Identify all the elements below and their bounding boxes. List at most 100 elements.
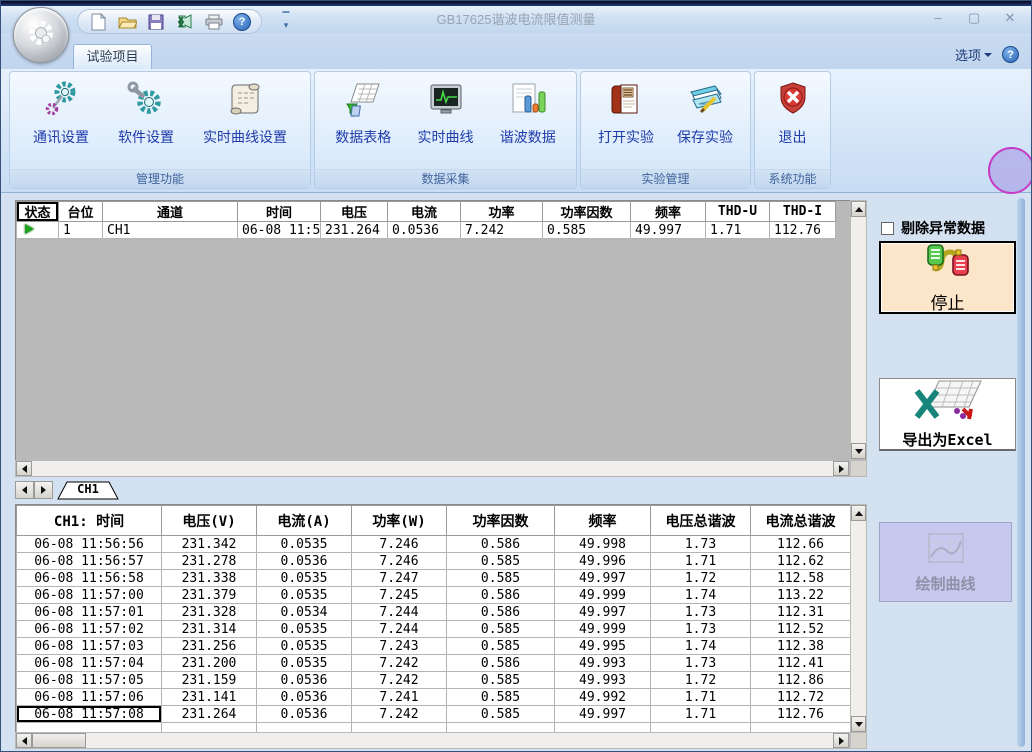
table-cell[interactable]: 113.22 [751, 587, 851, 604]
table-cell[interactable]: 06-08 11:57:02 [17, 621, 162, 638]
table-cell[interactable]: 231.338 [162, 570, 257, 587]
table-cell[interactable]: 7.241 [352, 689, 447, 706]
table-cell[interactable]: 7.242 [352, 655, 447, 672]
table-cell[interactable]: 06-08 11:57:01 [17, 604, 162, 621]
table-cell[interactable]: 112.31 [751, 604, 851, 621]
scroll-left-button[interactable] [16, 461, 32, 476]
table-cell[interactable]: 0.0535 [257, 587, 352, 604]
scroll-up-button[interactable] [851, 505, 866, 521]
exit-button[interactable]: 退出 [770, 77, 816, 150]
data-table-button[interactable]: 数据表格 [329, 77, 397, 150]
scroll-down-button[interactable] [851, 443, 866, 459]
realtime-curve-settings-button[interactable]: 实时曲线设置 [197, 77, 293, 150]
data-table-vscrollbar[interactable] [850, 504, 867, 733]
table-row[interactable]: 06-08 11:56:56231.3420.05357.2460.58649.… [17, 536, 851, 553]
table-cell[interactable]: 49.997 [555, 604, 651, 621]
table-cell[interactable]: 06-08 11:56:58 [17, 570, 162, 587]
excel-icon[interactable] [175, 12, 195, 32]
table-row[interactable]: 06-08 11:57:01231.3280.05347.2440.58649.… [17, 604, 851, 621]
open-folder-icon[interactable] [117, 12, 137, 32]
sheet-tab-ch1[interactable]: CH1 [57, 481, 119, 499]
application-menu-button[interactable] [13, 7, 69, 63]
scroll-left-button[interactable] [16, 733, 32, 748]
status-cell[interactable] [17, 222, 59, 239]
table-cell[interactable]: 231.342 [162, 536, 257, 553]
table-cell[interactable]: 0.585 [447, 706, 555, 723]
sheet-next-button[interactable] [34, 481, 53, 499]
table-cell[interactable]: 0.0536 [257, 689, 352, 706]
export-excel-button[interactable]: 导出为Excel [879, 378, 1016, 451]
table-cell[interactable]: 231.264 [162, 706, 257, 723]
table-cell[interactable]: 231.328 [162, 604, 257, 621]
close-button[interactable]: ✕ [997, 9, 1023, 27]
power-factor-cell[interactable]: 0.585 [543, 222, 631, 239]
station-cell[interactable]: 1 [59, 222, 103, 239]
table-cell[interactable]: 7.242 [352, 706, 447, 723]
exclude-abnormal-checkbox[interactable] [881, 222, 894, 235]
table-cell[interactable]: 231.256 [162, 638, 257, 655]
table-cell[interactable]: 0.585 [447, 638, 555, 655]
software-settings-button[interactable]: 软件设置 [112, 77, 180, 150]
table-cell[interactable]: 112.86 [751, 672, 851, 689]
qat-customize-chevron[interactable]: ▔▾ [279, 13, 293, 29]
table-row[interactable]: 06-08 11:57:02231.3140.05357.2440.58549.… [17, 621, 851, 638]
scroll-right-button[interactable] [833, 461, 849, 476]
open-experiment-button[interactable]: 打开实验 [592, 77, 660, 150]
table-cell[interactable]: 112.76 [751, 706, 851, 723]
table-cell[interactable]: 1.72 [651, 672, 751, 689]
current-cell[interactable]: 0.0536 [388, 222, 461, 239]
status-table-row[interactable]: 1 CH1 06-08 11:57:08 231.264 0.0536 7.24… [17, 222, 836, 239]
frequency-cell[interactable]: 49.997 [631, 222, 706, 239]
table-cell[interactable]: 231.278 [162, 553, 257, 570]
table-row[interactable]: 06-08 11:57:04231.2000.05357.2420.58649.… [17, 655, 851, 672]
table-cell[interactable]: 1.74 [651, 638, 751, 655]
scroll-down-button[interactable] [851, 716, 866, 732]
status-table-hscrollbar[interactable] [15, 460, 850, 477]
table-cell[interactable]: 49.999 [555, 587, 651, 604]
table-cell[interactable]: 06-08 11:56:57 [17, 553, 162, 570]
scroll-right-button[interactable] [833, 733, 849, 748]
thd-i-cell[interactable]: 112.76 [770, 222, 836, 239]
table-cell[interactable]: 7.247 [352, 570, 447, 587]
table-cell[interactable]: 112.62 [751, 553, 851, 570]
scrollbar-thumb[interactable] [32, 733, 86, 748]
voltage-cell[interactable]: 231.264 [321, 222, 388, 239]
table-cell[interactable]: 1.71 [651, 706, 751, 723]
table-cell[interactable]: 49.992 [555, 689, 651, 706]
table-cell[interactable]: 7.242 [352, 672, 447, 689]
table-cell[interactable]: 1.73 [651, 604, 751, 621]
table-cell[interactable]: 1.73 [651, 536, 751, 553]
table-cell[interactable]: 06-08 11:57:05 [17, 672, 162, 689]
table-cell[interactable]: 1.71 [651, 689, 751, 706]
table-cell[interactable]: 06-08 11:57:04 [17, 655, 162, 672]
table-cell[interactable]: 0.0536 [257, 553, 352, 570]
table-cell[interactable]: 0.585 [447, 689, 555, 706]
ribbon-help-icon[interactable]: ? [1002, 46, 1019, 63]
status-table-vscrollbar[interactable] [850, 200, 867, 460]
table-cell[interactable]: 49.997 [555, 706, 651, 723]
table-cell[interactable]: 1.71 [651, 553, 751, 570]
table-cell[interactable]: 0.586 [447, 604, 555, 621]
minimize-button[interactable]: – [925, 9, 951, 27]
table-cell[interactable]: 0.0535 [257, 655, 352, 672]
table-cell[interactable]: 112.52 [751, 621, 851, 638]
table-cell[interactable]: 06-08 11:57:03 [17, 638, 162, 655]
table-cell[interactable]: 112.38 [751, 638, 851, 655]
table-cell[interactable]: 112.66 [751, 536, 851, 553]
table-cell[interactable]: 06-08 11:56:56 [17, 536, 162, 553]
realtime-curve-button[interactable]: 实时曲线 [412, 77, 480, 150]
stop-button[interactable]: 停止 [879, 241, 1016, 314]
table-cell[interactable]: 49.993 [555, 672, 651, 689]
table-cell[interactable]: 7.243 [352, 638, 447, 655]
table-cell[interactable]: 49.997 [555, 570, 651, 587]
print-icon[interactable] [204, 12, 224, 32]
table-cell[interactable]: 7.246 [352, 536, 447, 553]
comm-settings-button[interactable]: 通讯设置 [27, 77, 95, 150]
table-cell[interactable]: 231.159 [162, 672, 257, 689]
table-cell[interactable]: 0.585 [447, 570, 555, 587]
table-row[interactable]: 06-08 11:57:00231.3790.05357.2450.58649.… [17, 587, 851, 604]
table-cell[interactable]: 0.0535 [257, 621, 352, 638]
table-cell[interactable]: 0.0536 [257, 672, 352, 689]
table-cell[interactable]: 231.141 [162, 689, 257, 706]
table-cell[interactable]: 0.0534 [257, 604, 352, 621]
